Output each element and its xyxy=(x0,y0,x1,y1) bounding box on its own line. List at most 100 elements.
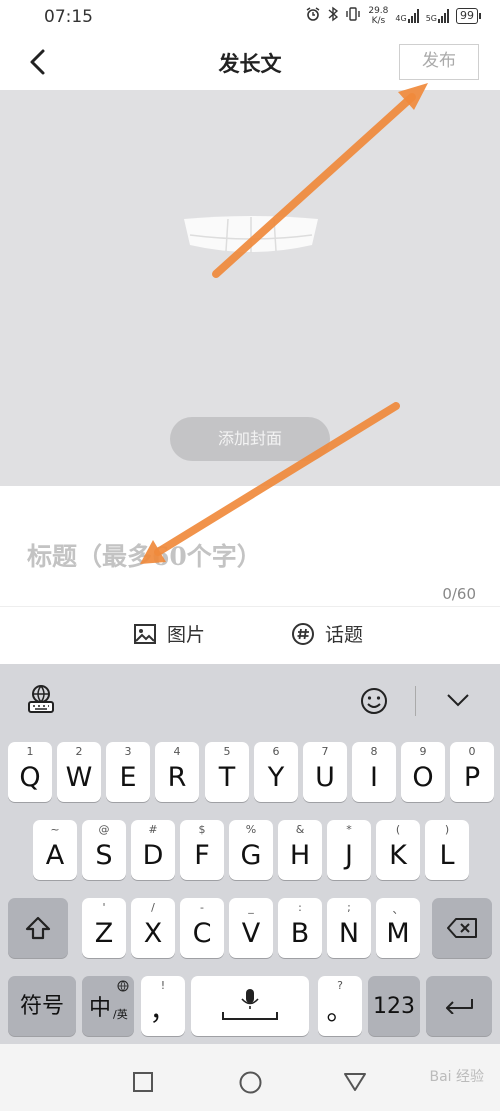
status-icons: 29.8 K/s 4G 5G 99 xyxy=(305,6,481,26)
key-hint: 3 xyxy=(124,745,132,758)
shift-key[interactable] xyxy=(8,898,68,958)
divider xyxy=(0,606,500,607)
globe-keyboard-icon xyxy=(28,685,54,713)
key-label: T xyxy=(218,762,236,793)
key-f[interactable]: $ F xyxy=(180,820,224,880)
key-d[interactable]: # D xyxy=(131,820,175,880)
symbols-key-label: 符号 xyxy=(19,994,64,1019)
key-hint: 、 xyxy=(392,903,404,916)
hashtag-icon xyxy=(292,622,314,645)
key-hint: # xyxy=(148,823,158,836)
key-n[interactable]: ; N xyxy=(327,898,371,958)
navigation-bar xyxy=(0,1044,500,1111)
key-label: X xyxy=(143,918,163,949)
key-i[interactable]: 8I xyxy=(352,742,396,802)
period-key[interactable]: ?。 xyxy=(318,976,362,1036)
key-label: L xyxy=(439,840,455,871)
key-label: W xyxy=(65,762,93,793)
key-e[interactable]: 3E xyxy=(106,742,150,802)
insert-image-label: 图片 xyxy=(167,624,206,646)
alarm-icon xyxy=(305,6,321,26)
language-chinese-label: 中 xyxy=(89,996,112,1021)
backspace-key[interactable] xyxy=(432,898,492,958)
insert-image-button[interactable]: 图片 xyxy=(133,620,205,647)
key-label: E xyxy=(119,762,137,793)
publish-button[interactable]: 发布 xyxy=(399,44,479,80)
home-button[interactable] xyxy=(239,1071,262,1098)
key-label: U xyxy=(315,762,335,793)
key-u[interactable]: 7U xyxy=(303,742,347,802)
space-key[interactable] xyxy=(191,976,309,1036)
key-hint: ; xyxy=(347,901,351,914)
enter-key[interactable] xyxy=(426,976,492,1036)
collapse-keyboard-button[interactable] xyxy=(446,692,470,712)
signal-2: 5G xyxy=(426,9,449,23)
signal-1: 4G xyxy=(395,9,419,23)
symbols-key[interactable]: 符号 xyxy=(8,976,76,1036)
status-time: 07:15 xyxy=(44,7,93,27)
key-v[interactable]: _ V xyxy=(229,898,273,958)
key-t[interactable]: 5T xyxy=(205,742,249,802)
network-speed-value: 29.8 xyxy=(368,6,389,16)
key-h[interactable]: & H xyxy=(278,820,322,880)
square-icon xyxy=(133,1072,153,1092)
emoji-icon xyxy=(361,688,387,714)
keyboard-toolbar xyxy=(0,664,500,734)
key-x[interactable]: / X xyxy=(131,898,175,958)
keyboard: 1Q 2W 3E 4R 5T 6Y 7U 8I 9O 0P ~ A @ S # D $… xyxy=(0,664,500,1044)
key-g[interactable]: % G xyxy=(229,820,273,880)
key-r[interactable]: 4R xyxy=(155,742,199,802)
insert-topic-label: 话题 xyxy=(325,624,364,646)
enter-icon xyxy=(446,999,473,1014)
key-o[interactable]: 9O xyxy=(401,742,445,802)
cover-area[interactable]: 添加封面 xyxy=(0,90,500,486)
recent-apps-button[interactable] xyxy=(133,1072,153,1096)
key-hint: @ xyxy=(98,823,110,836)
key-hint: ~ xyxy=(50,823,60,836)
key-label: I xyxy=(370,762,378,793)
signal-bars-icon xyxy=(438,9,449,23)
emoji-button[interactable] xyxy=(359,686,389,720)
insert-topic-button[interactable]: 话题 xyxy=(291,620,363,647)
key-label: Z xyxy=(94,918,114,949)
key-label: M xyxy=(386,918,410,949)
key-m[interactable]: 、 M xyxy=(376,898,420,958)
signal-bars-icon xyxy=(407,9,419,23)
key-s[interactable]: @ S xyxy=(82,820,126,880)
key-label: Q xyxy=(19,762,41,793)
add-cover-button[interactable]: 添加封面 xyxy=(170,417,330,461)
key-k[interactable]: (K xyxy=(376,820,420,880)
key-label: G xyxy=(240,840,262,871)
key-c[interactable]: -C xyxy=(180,898,224,958)
key-label: R xyxy=(167,762,187,793)
key-hint: & xyxy=(295,823,305,836)
key-q[interactable]: 1Q xyxy=(8,742,52,802)
title-input[interactable] xyxy=(25,534,469,578)
key-z[interactable]: ' Z xyxy=(82,898,126,958)
key-a[interactable]: ~ A xyxy=(33,820,77,880)
comma-key[interactable]: !， xyxy=(141,976,185,1036)
key-hint: ? xyxy=(337,979,343,992)
key-hint: * xyxy=(346,823,352,836)
key-hint: / xyxy=(151,901,155,914)
network-type-1: 4G xyxy=(395,14,407,23)
key-label: N xyxy=(338,918,360,949)
key-l[interactable]: ) L xyxy=(425,820,469,880)
back-nav-button[interactable] xyxy=(343,1072,367,1096)
language-switch-key[interactable]: 中 /英 xyxy=(82,976,134,1036)
key-hint: ! xyxy=(160,979,166,992)
key-label: B xyxy=(290,918,310,949)
key-b[interactable]: :B xyxy=(278,898,322,958)
numbers-key[interactable]: 123 xyxy=(368,976,420,1036)
key-label: A xyxy=(45,840,65,871)
key-hint: 1 xyxy=(26,745,34,758)
keyboard-settings-button[interactable] xyxy=(26,684,56,718)
char-count: 0/60 xyxy=(442,585,476,603)
image-icon xyxy=(134,623,156,644)
key-p[interactable]: 0P xyxy=(450,742,494,802)
key-hint: % xyxy=(245,823,257,836)
key-y[interactable]: 6Y xyxy=(254,742,298,802)
vibrate-icon xyxy=(345,6,361,26)
key-j[interactable]: * J xyxy=(327,820,371,880)
key-w[interactable]: 2W xyxy=(57,742,101,802)
